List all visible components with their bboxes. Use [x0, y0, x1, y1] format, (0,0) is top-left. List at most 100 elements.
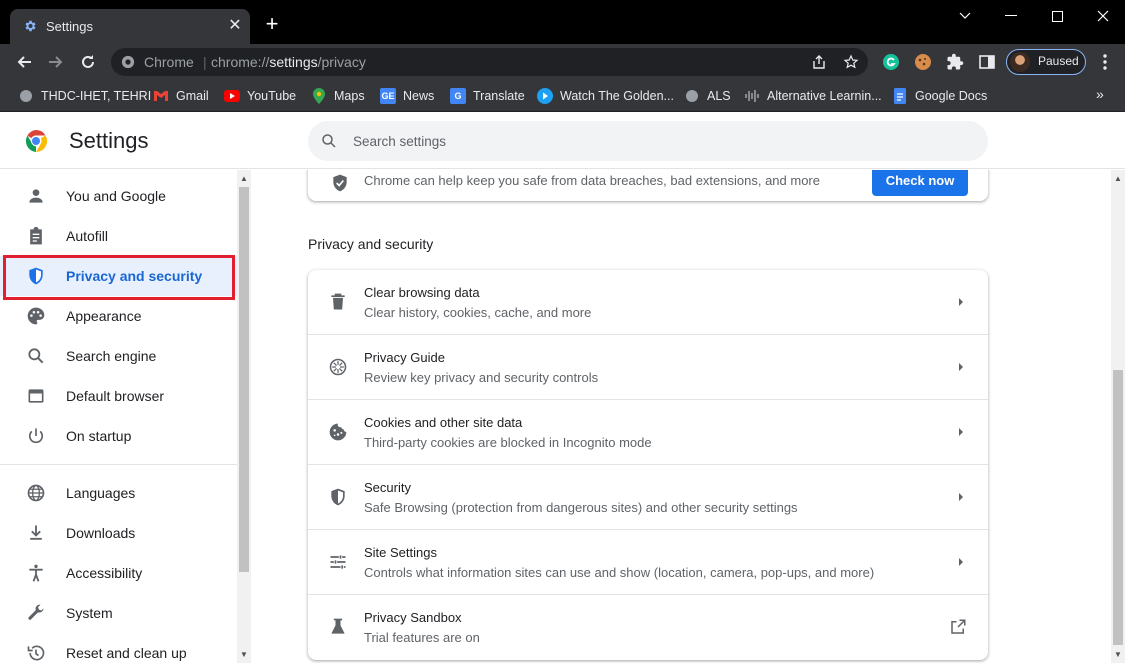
tab-title: Settings	[46, 19, 93, 34]
row-title: Security	[364, 480, 411, 495]
row-title: Cookies and other site data	[364, 415, 523, 430]
search-icon	[28, 348, 44, 364]
scroll-up-icon[interactable]: ▲	[1114, 174, 1122, 183]
bookmark-als[interactable]: ALS	[684, 87, 731, 105]
row-privacy-sandbox[interactable]: Privacy Sandbox Trial features are on	[308, 595, 988, 660]
row-cookies[interactable]: Cookies and other site data Third-party …	[308, 400, 988, 465]
settings-sidebar: You and Google Autofill Privacy and secu…	[0, 170, 237, 663]
shield-icon	[331, 488, 345, 506]
omnibox-separator: |	[203, 54, 207, 70]
scroll-up-icon[interactable]: ▲	[240, 174, 248, 183]
bookmark-thdc[interactable]: THDC-IHET, TEHRI	[18, 87, 151, 105]
omnibox-url: chrome://settings/privacy	[211, 54, 366, 70]
back-button[interactable]	[12, 50, 36, 74]
sidebar-scrollbar[interactable]: ▲ ▼	[237, 170, 251, 663]
side-panel-icon[interactable]	[975, 50, 999, 74]
restore-icon	[27, 645, 45, 661]
bookmark-youtube[interactable]: YouTube	[224, 87, 296, 105]
profile-status: Paused	[1038, 54, 1079, 68]
sidebar-item-default-browser[interactable]: Default browser	[0, 376, 237, 416]
scrollbar-thumb[interactable]	[1113, 370, 1123, 645]
row-security[interactable]: Security Safe Browsing (protection from …	[308, 465, 988, 530]
bookmark-label: YouTube	[247, 89, 297, 103]
close-tab-icon[interactable]: ✕	[226, 17, 244, 35]
forward-button[interactable]	[44, 50, 68, 74]
clipboard-icon	[30, 226, 42, 245]
accessibility-icon	[29, 564, 43, 582]
row-title: Privacy Sandbox	[364, 610, 462, 625]
scroll-down-icon[interactable]: ▼	[1114, 650, 1122, 659]
main-scrollbar[interactable]: ▲ ▼	[1111, 170, 1125, 663]
new-tab-button[interactable]: +	[262, 13, 282, 35]
sidebar-item-system[interactable]: System	[0, 593, 237, 633]
sidebar-item-you-and-google[interactable]: You and Google	[0, 176, 237, 216]
maximize-button[interactable]	[1034, 0, 1080, 32]
scroll-down-icon[interactable]: ▼	[240, 650, 248, 659]
person-icon	[29, 189, 43, 203]
row-title: Site Settings	[364, 545, 437, 560]
tab-settings[interactable]: Settings ✕	[10, 9, 250, 44]
profile-button[interactable]: Paused	[1006, 49, 1086, 75]
close-window-button[interactable]	[1080, 0, 1125, 32]
grammarly-extension-icon[interactable]	[879, 50, 903, 74]
row-title: Privacy Guide	[364, 350, 445, 365]
sidebar-item-reset-and-clean-up[interactable]: Reset and clean up	[0, 633, 237, 663]
cookie-icon	[329, 423, 347, 441]
bookmark-label: Gmail	[176, 89, 209, 103]
bookmarks-overflow-button[interactable]: »	[1096, 86, 1104, 102]
cookie-extension-icon[interactable]	[911, 50, 935, 74]
globe-icon	[18, 88, 34, 104]
sidebar-item-accessibility[interactable]: Accessibility	[0, 553, 237, 593]
sidebar-item-on-startup[interactable]: On startup	[0, 416, 237, 456]
sidebar-item-autofill[interactable]: Autofill	[0, 216, 237, 256]
play-icon	[537, 88, 553, 104]
sidebar-item-search-engine[interactable]: Search engine	[0, 336, 237, 376]
chevron-down-icon[interactable]	[942, 0, 988, 32]
row-clear-browsing-data[interactable]: Clear browsing data Clear history, cooki…	[308, 270, 988, 335]
row-site-settings[interactable]: Site Settings Controls what information …	[308, 530, 988, 595]
bookmark-watch-golden[interactable]: Watch The Golden...	[537, 87, 674, 105]
check-now-button[interactable]: Check now	[872, 170, 968, 196]
bookmark-google-docs[interactable]: Google Docs	[892, 87, 987, 105]
youtube-icon	[224, 88, 240, 104]
bookmark-news[interactable]: GE News	[380, 87, 434, 105]
browser-toolbar: Chrome | chrome://settings/privacy Pause…	[0, 44, 1125, 80]
sidebar-item-label: Default browser	[66, 388, 165, 404]
reload-button[interactable]	[76, 50, 100, 74]
bookmark-maps[interactable]: Maps	[311, 87, 365, 105]
sidebar-item-appearance[interactable]: Appearance	[0, 296, 237, 336]
search-input[interactable]	[353, 131, 953, 151]
settings-main: Chrome can help keep you safe from data …	[251, 170, 1111, 663]
search-bar[interactable]	[308, 121, 988, 161]
share-icon[interactable]	[811, 54, 827, 70]
chrome-logo-icon	[25, 130, 48, 152]
puzzle-icon[interactable]	[943, 50, 967, 74]
globe-icon	[27, 484, 45, 502]
sidebar-item-label: Reset and clean up	[66, 645, 187, 661]
bookmark-label: Google Docs	[915, 89, 988, 103]
bookmark-gmail[interactable]: Gmail	[153, 87, 209, 105]
row-title: Clear browsing data	[364, 285, 480, 300]
bookmark-label: THDC-IHET, TEHRI	[41, 89, 152, 103]
external-link-icon[interactable]	[949, 618, 967, 636]
avatar	[1010, 52, 1030, 72]
bookmark-translate[interactable]: G Translate	[450, 87, 525, 105]
sidebar-item-languages[interactable]: Languages	[0, 473, 237, 513]
wrench-icon	[28, 604, 44, 620]
bookmark-alternative-learning[interactable]: Alternative Learnin...	[744, 87, 882, 105]
shield-check-icon	[333, 174, 347, 192]
gear-icon	[25, 20, 36, 32]
trash-icon	[331, 293, 345, 310]
address-bar[interactable]: Chrome | chrome://settings/privacy	[111, 48, 868, 76]
row-privacy-guide[interactable]: Privacy Guide Review key privacy and sec…	[308, 335, 988, 400]
sidebar-item-downloads[interactable]: Downloads	[0, 513, 237, 553]
safety-check-description: Chrome can help keep you safe from data …	[364, 173, 820, 188]
star-icon[interactable]	[843, 54, 859, 70]
url-prefix: chrome://	[211, 54, 270, 70]
minimize-button[interactable]	[988, 0, 1034, 32]
menu-kebab-icon[interactable]	[1093, 50, 1117, 74]
scrollbar-thumb[interactable]	[239, 187, 249, 572]
url-host: settings	[269, 54, 318, 70]
sidebar-item-label: On startup	[66, 428, 132, 444]
row-subtitle: Third-party cookies are blocked in Incog…	[364, 435, 652, 450]
